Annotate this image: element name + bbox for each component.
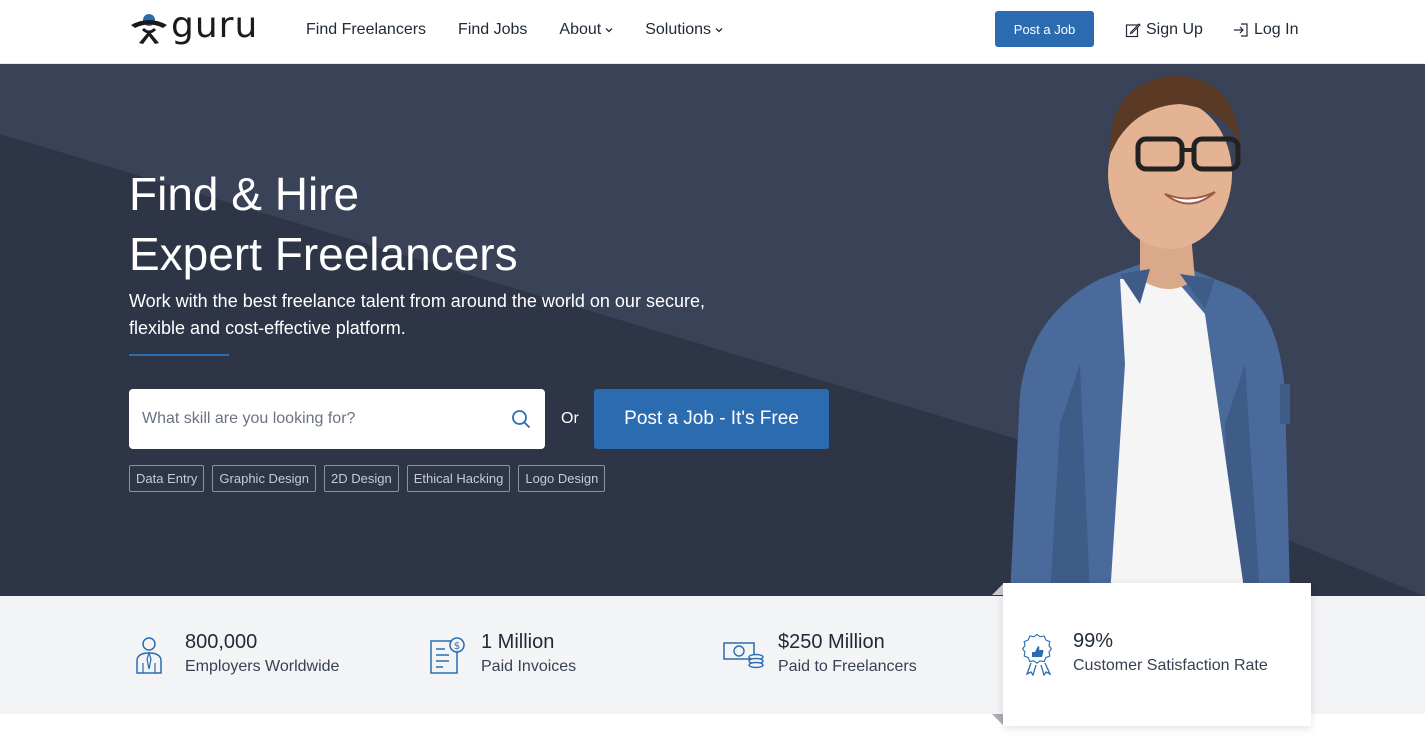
stat-number: 800,000 xyxy=(185,631,258,653)
logo-wordmark: guru xyxy=(171,5,259,46)
search-icon[interactable] xyxy=(511,409,531,429)
tag-graphic-design[interactable]: Graphic Design xyxy=(212,465,317,492)
card-fold-top xyxy=(992,584,1003,595)
skill-search-box xyxy=(129,389,545,449)
stat-number: 1 Million xyxy=(481,631,555,653)
tag-logo-design[interactable]: Logo Design xyxy=(518,465,606,492)
chevron-down-icon xyxy=(715,28,723,33)
stat-number: $250 Million xyxy=(778,631,885,653)
nav-solutions[interactable]: Solutions xyxy=(645,18,723,42)
nav-label: About xyxy=(559,21,602,38)
hero-person-image xyxy=(1010,75,1290,596)
stat-label: Paid Invoices xyxy=(481,658,577,675)
stat-satisfaction-card: 99% Customer Satisfaction Rate xyxy=(1003,583,1311,726)
nav-about[interactable]: About xyxy=(559,18,613,42)
tag-data-entry[interactable]: Data Entry xyxy=(129,465,205,492)
hero-subtitle: Work with the best freelance talent from… xyxy=(129,291,705,338)
employer-icon xyxy=(136,637,162,674)
chevron-down-icon xyxy=(605,28,613,33)
stat-label: Employers Worldwide xyxy=(185,658,340,675)
card-fold-bottom xyxy=(992,714,1003,725)
tag-ethical-hacking[interactable]: Ethical Hacking xyxy=(406,465,511,492)
nav-find-jobs[interactable]: Find Jobs xyxy=(458,18,527,42)
money-icon xyxy=(723,642,764,669)
log-in-label: Log In xyxy=(1254,21,1299,38)
or-separator: Or xyxy=(561,410,579,427)
hero-divider xyxy=(129,354,229,356)
guru-logo[interactable]: guru xyxy=(129,8,258,45)
post-job-button[interactable]: Post a Job xyxy=(995,11,1094,47)
award-icon xyxy=(1021,633,1053,676)
log-in-link[interactable]: Log In xyxy=(1233,18,1298,42)
stat-paid-freelancers: $250 Million Paid to Freelancers xyxy=(722,596,917,714)
post-job-free-button[interactable]: Post a Job - It's Free xyxy=(594,389,829,449)
login-icon xyxy=(1234,23,1248,37)
guru-logo-icon xyxy=(131,14,167,44)
nav-find-freelancers[interactable]: Find Freelancers xyxy=(306,18,426,42)
hero-title-line-2: Expert Freelancers xyxy=(129,228,518,280)
nav-label: Find Freelancers xyxy=(306,21,427,38)
nav-label: Solutions xyxy=(645,21,712,38)
hero-title: Find & Hire Expert Freelancers xyxy=(129,164,518,284)
site-header: guru Find Freelancers Find Jobs About So… xyxy=(0,0,1425,64)
hero-section: Find & Hire Expert Freelancers Work with… xyxy=(0,64,1425,596)
nav-label: Find Jobs xyxy=(458,21,528,38)
stat-invoices: $ 1 Million Paid Invoices xyxy=(425,596,576,714)
stat-employers: 800,000 Employers Worldwide xyxy=(129,596,339,714)
main-nav: Find Freelancers Find Jobs About Solutio… xyxy=(306,18,755,42)
stat-label: Customer Satisfaction Rate xyxy=(1073,657,1268,674)
svg-text:$: $ xyxy=(454,641,460,652)
tag-2d-design[interactable]: 2D Design xyxy=(324,465,399,492)
stat-number: 99% xyxy=(1073,630,1114,652)
stat-label: Paid to Freelancers xyxy=(778,658,917,675)
popular-skill-tags: Data Entry Graphic Design 2D Design Ethi… xyxy=(129,465,606,492)
invoice-icon: $ xyxy=(430,637,465,674)
skill-search-input[interactable] xyxy=(142,410,502,428)
edit-icon xyxy=(1125,23,1141,38)
sign-up-link[interactable]: Sign Up xyxy=(1125,18,1203,42)
sign-up-label: Sign Up xyxy=(1146,21,1203,38)
hero-title-line-1: Find & Hire xyxy=(129,168,360,220)
stat-satisfaction: 99% Customer Satisfaction Rate xyxy=(1017,595,1268,713)
